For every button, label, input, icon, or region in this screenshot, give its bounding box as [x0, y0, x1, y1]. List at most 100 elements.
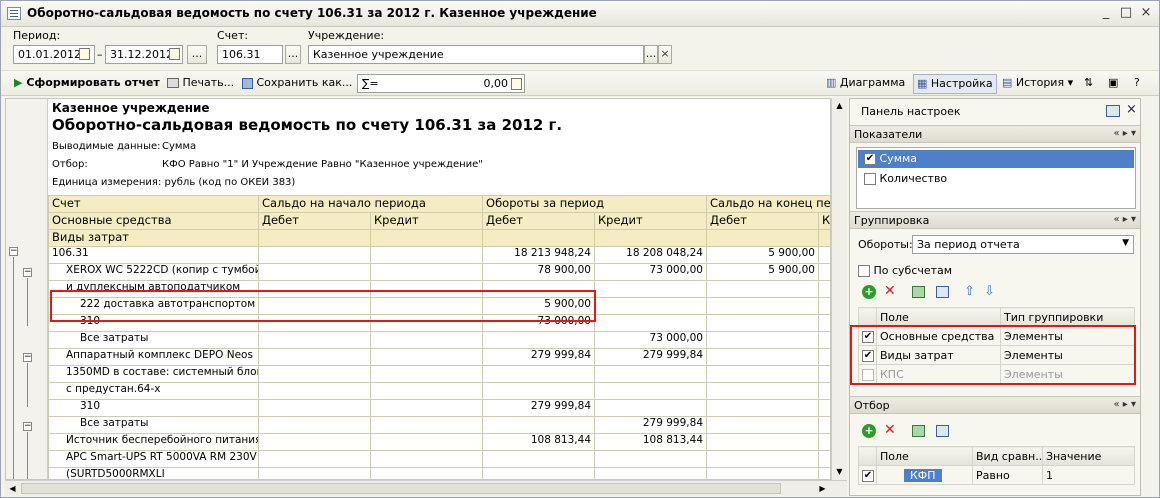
help-icon[interactable]: ?	[1131, 74, 1143, 94]
scroll-thumb[interactable]	[21, 483, 781, 494]
row-value: 108 813,44	[482, 433, 595, 451]
copy-icon[interactable]	[936, 425, 949, 437]
row-value	[370, 382, 483, 400]
row-value	[706, 280, 819, 298]
save-as-button[interactable]: Сохранить как...	[239, 74, 355, 94]
scroll-up-icon[interactable]: ▲	[832, 98, 847, 113]
add-icon[interactable]: +	[862, 285, 876, 299]
chart-icon: ▥	[826, 76, 837, 89]
org-select-button[interactable]: ...	[644, 45, 658, 64]
generate-report-button[interactable]: ▶ Сформировать отчет	[11, 74, 163, 94]
panel-settings-icon[interactable]	[1106, 105, 1120, 117]
play-icon: ▶	[14, 76, 23, 89]
row-value	[258, 365, 371, 383]
report-row[interactable]: 1350MD в составе: системный блок	[48, 365, 830, 383]
col-turnover: Обороты за период	[482, 195, 708, 213]
account-select-button[interactable]: ...	[285, 45, 301, 64]
collapse-icon[interactable]: −	[23, 422, 32, 431]
calendar-icon[interactable]	[169, 48, 180, 60]
report-row[interactable]: с предустан.64-х	[48, 382, 830, 400]
scroll-right-icon[interactable]: ▶	[815, 481, 830, 496]
row-value	[594, 382, 707, 400]
indicator-item[interactable]: ✔ Сумма	[858, 150, 1134, 168]
filter-label: Отбор:	[52, 159, 88, 170]
row-value	[706, 365, 819, 383]
report-toolbar: ▶ Сформировать отчет Печать... Сохранить…	[1, 70, 1159, 96]
report-body: 106.31 18 213 948,24 18 208 048,24 5 900,00…	[48, 246, 830, 479]
report-row[interactable]: 106.31 18 213 948,24 18 208 048,24 5 900,00	[48, 246, 830, 264]
maximize-button[interactable]: □	[1117, 5, 1135, 22]
row-value	[818, 314, 830, 332]
account-input[interactable]: 106.31	[217, 45, 283, 64]
horizontal-scrollbar[interactable]: ◀ ▶	[5, 480, 847, 496]
row-name: Источник бесперебойного питания	[48, 433, 259, 451]
row-value	[706, 399, 819, 417]
layout-icon[interactable]: ⇅	[1081, 74, 1096, 94]
tree-line	[13, 257, 14, 479]
row-value: 73 000,00	[594, 331, 707, 349]
copy-icon[interactable]	[936, 286, 949, 298]
edit-icon[interactable]	[912, 286, 925, 298]
report-row[interactable]: Все затраты 73 000,00	[48, 331, 830, 349]
row-value	[706, 382, 819, 400]
settings-button[interactable]: ▦ Настройка	[913, 74, 997, 94]
close-window-button[interactable]: ×	[1137, 5, 1155, 22]
checkbox[interactable]	[864, 173, 876, 185]
col-fixed-assets: Основные средства	[48, 212, 259, 230]
calendar-icon[interactable]	[79, 48, 90, 60]
row-value	[594, 399, 707, 417]
move-down-icon[interactable]: ⇩	[984, 284, 995, 299]
collapse-icon[interactable]: −	[23, 268, 32, 277]
print-button[interactable]: Печать...	[164, 74, 237, 94]
history-button[interactable]: ▤ История ▾	[999, 74, 1076, 94]
calculator-icon[interactable]	[511, 78, 522, 90]
delete-icon[interactable]: ✕	[884, 283, 896, 299]
row-value	[482, 450, 595, 468]
row-value: 279 999,84	[594, 348, 707, 366]
panel-toggle-icon[interactable]: ▣	[1105, 74, 1121, 94]
checkbox[interactable]: ✔	[864, 153, 876, 165]
section-controls-icon: « ▸ ▾	[1113, 399, 1136, 410]
report-row[interactable]: Источник бесперебойного питания 108 813,4…	[48, 433, 830, 451]
row-value	[258, 433, 371, 451]
report-row[interactable]: Все затраты 279 999,84	[48, 416, 830, 434]
row-name: Аппаратный комплекс DEPO Neos	[48, 348, 259, 366]
scroll-down-icon[interactable]: ▼	[832, 464, 847, 479]
clear-icon[interactable]: ×	[658, 45, 672, 64]
account-label: Счет:	[217, 29, 249, 42]
minimize-button[interactable]: _	[1097, 5, 1115, 22]
report-row[interactable]: 310 279 999,84	[48, 399, 830, 417]
vertical-scrollbar[interactable]: ▲ ▼	[831, 98, 847, 480]
collapse-icon[interactable]: −	[9, 247, 18, 256]
unit-text: Единица измерения: рубль (код по ОКЕИ 38…	[52, 177, 296, 188]
tree-line	[27, 432, 28, 479]
turnover-select[interactable]: За период отчета ▼	[912, 235, 1134, 254]
edit-icon[interactable]	[912, 425, 925, 437]
report-row[interactable]: Аппаратный комплекс DEPO Neos 279 999,84 2…	[48, 348, 830, 366]
grouping-header[interactable]: Группировка « ▸ ▾	[850, 211, 1140, 229]
filter-row[interactable]: ✔ КФП Равно 1	[858, 465, 1135, 485]
org-input[interactable]: Казенное учреждение	[308, 45, 644, 64]
move-up-icon[interactable]: ⇧	[964, 284, 975, 299]
row-value	[594, 314, 707, 332]
subaccounts-checkbox[interactable]: По субсчетам	[858, 264, 952, 277]
col-debit: Дебет	[482, 212, 596, 230]
collapse-icon[interactable]: −	[23, 353, 32, 362]
period-select-button[interactable]: ...	[187, 45, 207, 64]
report-row[interactable]: XEROX WC 5222CD (копир с тумбой 78 900,00…	[48, 263, 830, 281]
filter-header[interactable]: Отбор « ▸ ▾	[850, 396, 1140, 414]
checkbox[interactable]: ✔	[862, 469, 874, 482]
indicators-header[interactable]: Показатели « ▸ ▾	[850, 125, 1140, 143]
delete-icon[interactable]: ✕	[884, 422, 896, 438]
scroll-left-icon[interactable]: ◀	[5, 481, 20, 496]
report-row[interactable]: APC Smart-UPS RT 5000VA RM 230V	[48, 450, 830, 468]
sum-field[interactable]: ∑= 0,00	[357, 74, 525, 93]
header-row: Счет Сальдо на начало периода Обороты за…	[48, 195, 830, 213]
report-sheet[interactable]: − − − − Казенное учреждение Оборотно-сал…	[5, 98, 831, 480]
chart-button[interactable]: ▥ Диаграмма	[823, 74, 908, 94]
report-row[interactable]: (SURTD5000RMXLI	[48, 467, 830, 479]
col-debit: Дебет	[258, 212, 371, 230]
indicator-item[interactable]: Количество	[858, 170, 1134, 188]
panel-close-icon[interactable]: ×	[1126, 102, 1137, 117]
add-icon[interactable]: +	[862, 424, 876, 438]
